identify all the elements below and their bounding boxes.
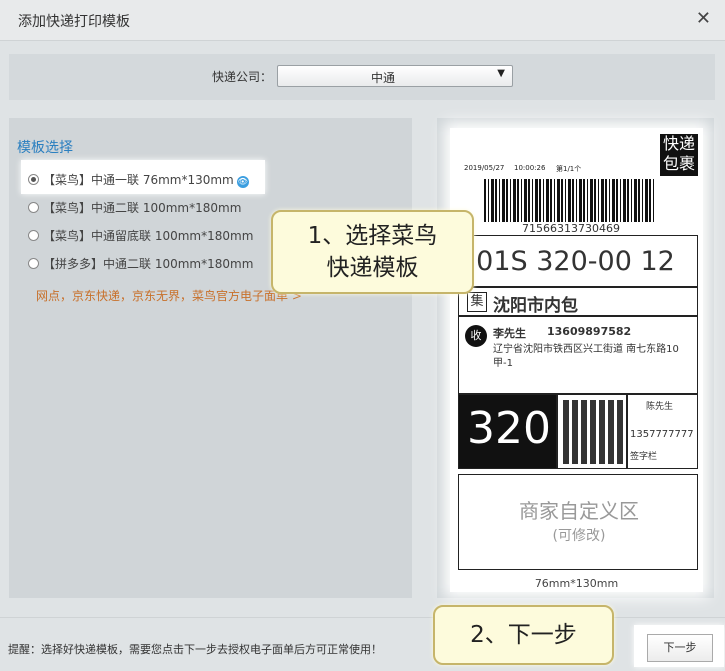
barcode-number: 71566313730469 <box>522 222 620 235</box>
company-select-row: 快递公司： 中通 ▼ <box>9 54 715 100</box>
sign-label: 签字栏 <box>630 452 658 462</box>
collect-box: 集 沈阳市内包 <box>458 287 698 316</box>
more-template-links[interactable]: 网点，京东快递，京东无界，菜鸟官方电子面单 > <box>36 287 302 304</box>
template-option-label: 【菜鸟】中通留底联 100mm*180mm <box>43 229 254 243</box>
footer-tip: 提醒：选择好快递模板，需要您点击下一步去授权电子面单后方可正常使用！ <box>8 643 382 656</box>
sender-name: 陈先生 <box>646 402 674 412</box>
template-option-2[interactable]: 【菜鸟】中通二联 100mm*180mm <box>28 200 241 216</box>
template-section-title: 模板选择 <box>17 140 73 156</box>
radio[interactable] <box>28 230 39 241</box>
custom-area-note: (可修改) <box>552 528 606 544</box>
radio[interactable] <box>28 202 39 213</box>
add-template-dialog: 添加快递打印模板 ✕ 快递公司： 中通 ▼ 模板选择 【菜鸟】中通一联 76mm… <box>0 0 725 671</box>
radio-selected[interactable] <box>28 174 39 185</box>
receiver-tag: 收 <box>465 325 487 347</box>
footer-bar: 提醒：选择好快递模板，需要您点击下一步去授权电子面单后方可正常使用！ <box>0 617 725 671</box>
company-label: 快递公司： <box>212 70 273 84</box>
step1-line1: 1、选择菜鸟 <box>307 223 438 249</box>
print-date: 2019/05/27 <box>464 164 505 172</box>
template-option-label: 【菜鸟】中通二联 100mm*180mm <box>43 201 242 215</box>
custom-area-title: 商家自定义区 <box>519 499 639 523</box>
barcode <box>484 179 654 222</box>
receiver-phone: 13609897582 <box>547 325 632 338</box>
receiver-box: 收 李先生 13609897582 辽宁省沈阳市铁西区兴工街道 南七东路10甲-… <box>458 316 698 394</box>
template-option-4[interactable]: 【拼多多】中通二联 100mm*180mm <box>28 256 253 272</box>
qr-code-box <box>557 394 627 469</box>
sender-box: 陈先生 1357777777 签字栏 <box>627 394 698 469</box>
page-count: 第1/1个 <box>556 165 582 173</box>
next-step-button[interactable]: 下一步 <box>647 634 713 662</box>
route-box: 301S 320-00 12 <box>458 235 698 287</box>
collect-tag: 集 <box>467 292 487 312</box>
express-package-badge: 快递包裹 <box>660 134 698 176</box>
company-select-value: 中通 <box>370 71 395 85</box>
dialog-title: 添加快递打印模板 <box>18 14 130 30</box>
chevron-down-icon: ▼ <box>497 68 505 79</box>
custom-area: 商家自定义区 (可修改) <box>458 474 698 570</box>
company-select[interactable]: 中通 ▼ <box>277 65 513 87</box>
preview-eye-icon[interactable]: 👁 <box>236 176 249 188</box>
radio[interactable] <box>28 258 39 269</box>
big-code-box: 320 <box>458 394 557 469</box>
preview-size-caption: 76mm*130mm <box>534 577 619 590</box>
title-bar: 添加快递打印模板 ✕ <box>0 0 725 41</box>
step1-line2: 快递模板 <box>326 255 419 281</box>
close-icon[interactable]: ✕ <box>696 8 711 29</box>
sender-phone: 1357777777 <box>630 429 694 440</box>
template-option-label: 【拼多多】中通二联 100mm*180mm <box>43 257 254 271</box>
step2-callout: 2、下一步 <box>433 605 614 665</box>
waybill-preview: 2019/05/27 10:00:26 第1/1个 快递包裹 715663137… <box>456 134 698 570</box>
template-option-1[interactable]: 【菜鸟】中通一联 76mm*130mm 👁 <box>28 172 249 188</box>
collect-place: 沈阳市内包 <box>493 296 578 316</box>
receiver-name: 李先生 <box>493 327 526 340</box>
big-code: 320 <box>467 403 551 454</box>
print-time: 10:00:26 <box>514 164 546 172</box>
template-option-label: 【菜鸟】中通一联 76mm*130mm <box>43 173 234 187</box>
step1-callout: 1、选择菜鸟 快递模板 <box>271 210 474 294</box>
template-option-3[interactable]: 【菜鸟】中通留底联 100mm*180mm <box>28 228 253 244</box>
receiver-address: 辽宁省沈阳市铁西区兴工街道 南七东路10甲-1 <box>493 344 679 369</box>
route-code: 301S 320-00 12 <box>459 246 675 277</box>
qr-code <box>563 400 623 464</box>
